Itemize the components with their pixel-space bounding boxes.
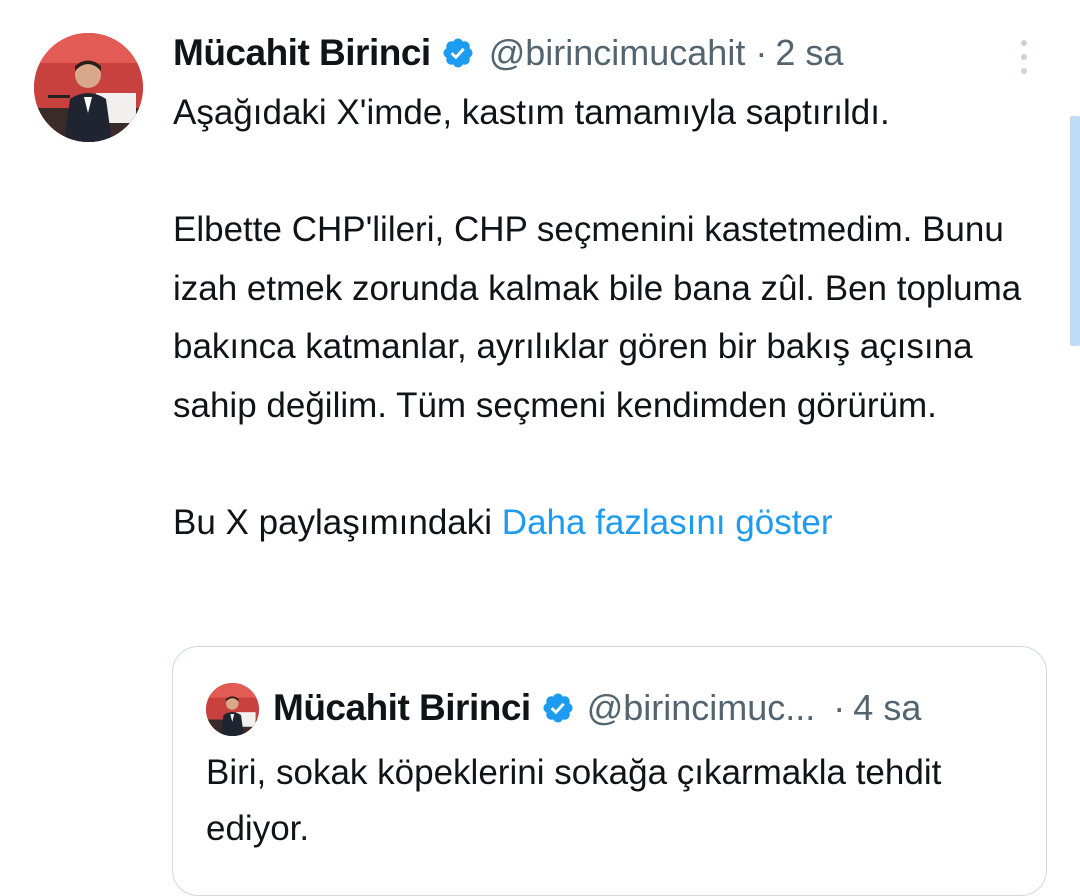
show-more-link[interactable]: Daha fazlasını göster [502,503,833,542]
quoted-author-name[interactable]: Mücahit Birinci [273,687,531,729]
tweet-paragraph: Aşağıdaki X'imde, kastım tamamıyla saptı… [173,93,890,132]
quoted-author-handle[interactable]: @birincimuc... [587,687,816,729]
tweet-paragraph-last: Bu X paylaşımındaki Daha fazlasını göste… [173,494,1053,553]
avatar-photo [34,33,143,142]
more-vertical-icon[interactable] [1012,37,1036,77]
quoted-timestamp[interactable]: 4 sa [853,687,921,729]
quoted-author-avatar[interactable] [206,683,259,736]
quoted-tweet-text: Biri, sokak köpeklerini sokağa çıkarmakl… [206,753,942,848]
avatar-photo [206,683,259,736]
quoted-tweet-card[interactable]: Mücahit Birinci @birincimuc... · 4 sa Bi… [172,646,1047,896]
quoted-tweet-header: Mücahit Birinci @birincimuc... · 4 sa [273,681,921,735]
tweet-truncated-text: Bu X paylaşımındaki [173,502,493,542]
author-name[interactable]: Mücahit Birinci [173,32,431,74]
tweet-body: Aşağıdaki X'imde, kastım tamamıyla saptı… [173,84,1053,552]
author-avatar[interactable] [34,33,143,142]
tweet-paragraph: Elbette CHP'lileri, CHP seçmenini kastet… [173,210,1022,425]
tweet-header: Mücahit Birinci @birincimucahit · 2 sa [173,27,843,79]
verified-badge-icon [541,691,575,725]
separator-dot: · [833,687,846,728]
author-handle[interactable]: @birincimucahit [489,32,746,74]
timestamp[interactable]: 2 sa [775,32,843,74]
scrollbar-thumb[interactable] [1070,116,1080,346]
verified-badge-icon [441,36,475,70]
separator-dot: · [755,32,768,73]
